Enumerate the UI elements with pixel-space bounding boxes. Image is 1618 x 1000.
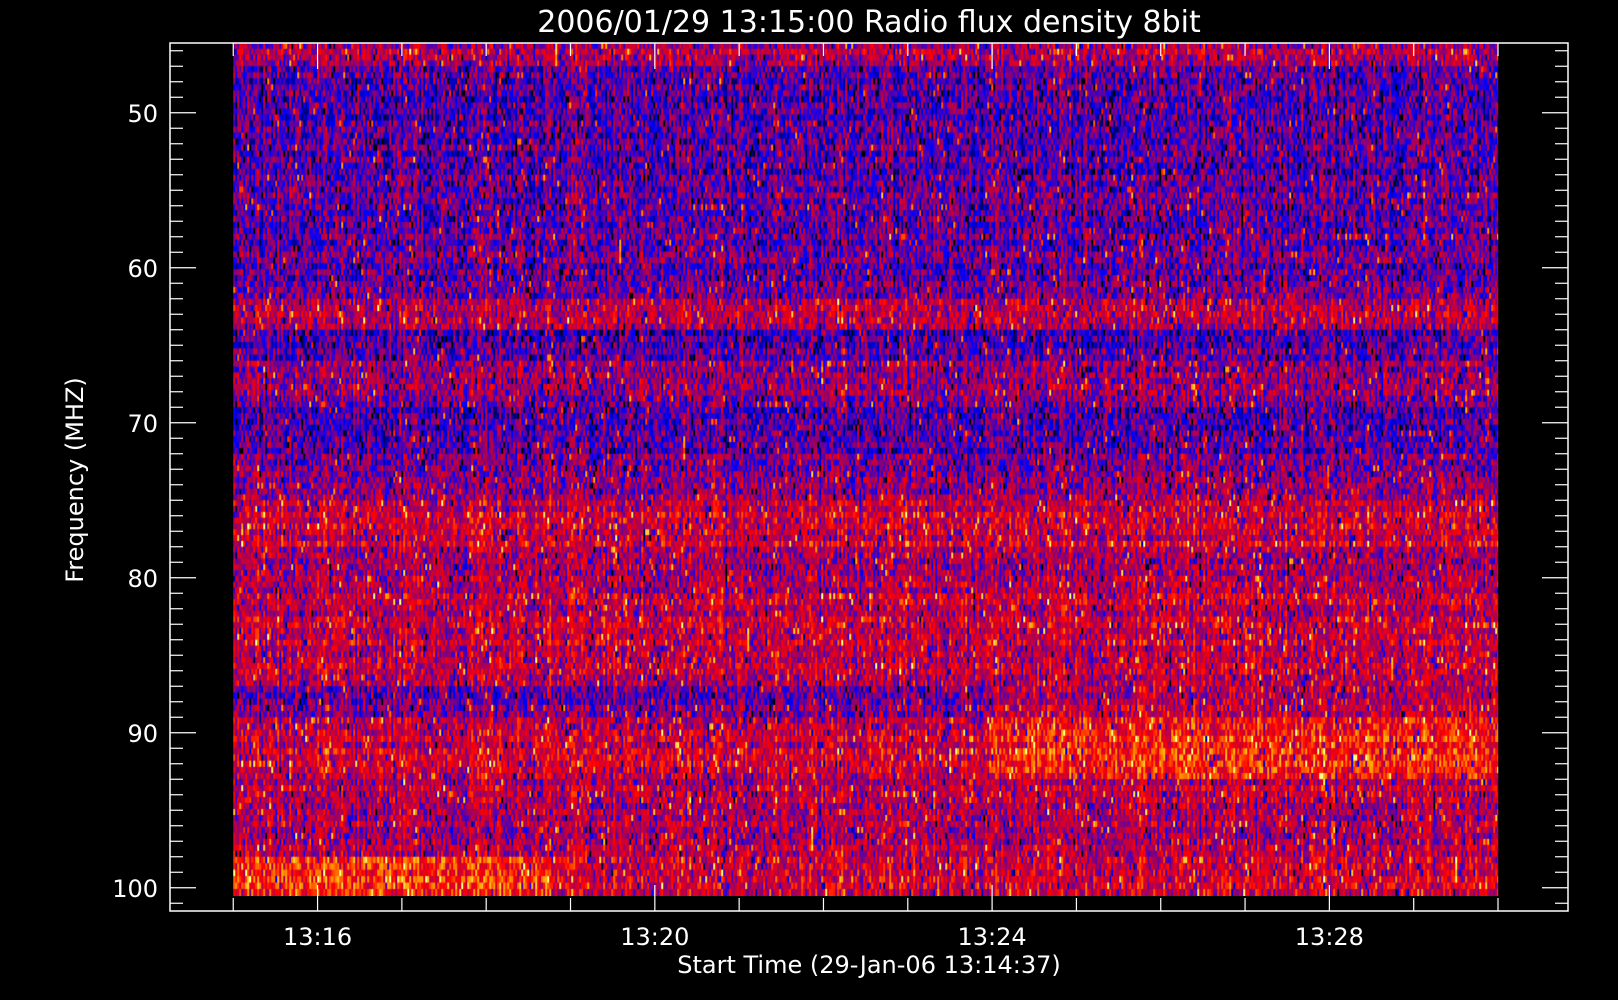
y-tick-label: 100 [112,875,158,903]
y-axis-label: Frequency (MHZ) [61,377,89,583]
y-tick-label: 60 [127,255,158,283]
x-tick-label: 13:20 [620,923,689,951]
spectrogram-heatmap [233,43,1499,896]
y-tick-label: 50 [127,100,158,128]
x-tick-label: 13:24 [958,923,1027,951]
y-tick-label: 90 [127,720,158,748]
chart-title: 2006/01/29 13:15:00 Radio flux density 8… [537,5,1201,40]
y-tick-label: 70 [127,410,158,438]
x-tick-label: 13:16 [283,923,352,951]
chart-svg: 50 60 70 80 90 100 13:16 13:20 13:24 13:28 2006/0… [0,0,1618,1000]
y-tick-label: 80 [127,565,158,593]
heatmap-image [233,43,1499,896]
x-tick-label: 13:28 [1295,923,1364,951]
x-axis-label: Start Time (29-Jan-06 13:14:37) [677,951,1061,979]
